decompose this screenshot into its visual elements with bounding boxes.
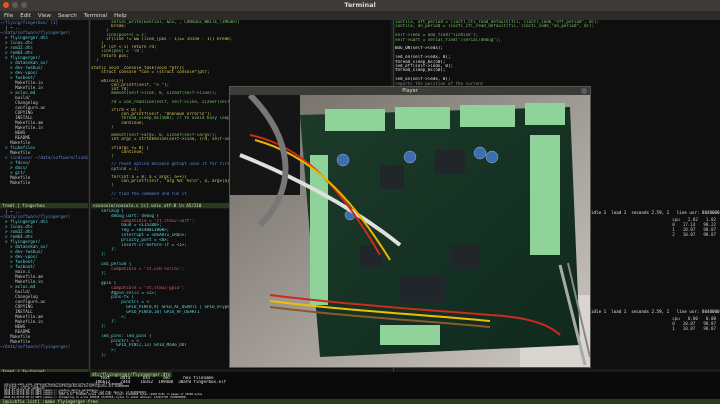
video-player-window[interactable]: Player (229, 86, 591, 368)
menu-edit[interactable]: Edit (20, 13, 31, 19)
monitor-header: idle 1 load 1 seconds 2.59, 1 line usr: … (591, 210, 720, 215)
menu-terminal[interactable]: Terminal (84, 13, 107, 19)
player-close-button[interactable] (581, 88, 587, 94)
table-cell: 10.07 (682, 232, 696, 237)
menu-search[interactable]: Search (58, 13, 77, 19)
table-cell: 1 (672, 326, 675, 331)
build-output-lines: arm-none-eabi-size /data/software/finger… (4, 383, 714, 399)
monitor-table: cpu 2.82 1.02 0 17.14 98.22 1 10.07 98.87 2 10.07 9… (672, 217, 716, 237)
player-title: Player (402, 88, 418, 94)
circuit-board-photo (230, 95, 590, 367)
monitor-header-2: idle 1 load 1 seconds 2.59, 1 line usr: … (591, 309, 720, 314)
file-tree-top[interactable]: ~/flying/fingerbox/ [1] | ~ .. ~/data/sof… (0, 20, 88, 203)
build-output-status: [quickfix list] :make flyingerger-free (0, 399, 720, 404)
table-row: 1 10.07 98.87 (672, 326, 716, 331)
code-editor-right[interactable]: ioctl(x, oft_period = (ioctl_ctl_read_de… (395, 20, 720, 86)
menu-help[interactable]: Help (114, 13, 127, 19)
code-line: Makefile (0, 180, 31, 185)
table-cell: 2 (672, 232, 675, 237)
table-cell: 10.07 (682, 326, 696, 331)
file-tree-top-status: fromt | fingerbox (0, 203, 88, 208)
table-cell: 98.87 (703, 232, 716, 237)
monitor-table-2: cpu 0.00 0.00 0 10.07 98.87 1 10.07 98.87 (672, 316, 716, 331)
build-output-pane[interactable]: dtc/flyingerger/flyingerger.dts text dat… (0, 372, 720, 404)
menu-file[interactable]: File (4, 13, 13, 19)
file-tree-bottom[interactable]: | ~ .. ~/data/software/flyingerger/ > fly… (0, 209, 88, 369)
window-title: Terminal (344, 1, 376, 9)
table-cell: 98.87 (703, 326, 716, 331)
code-line: ~/data/software/flyingerger/ (0, 344, 71, 349)
process-monitor[interactable]: idle 1 load 1 seconds 2.59, 1 line usr: … (591, 86, 720, 369)
menu-view[interactable]: View (38, 13, 51, 19)
menu-bar: File Edit View Search Terminal Help (0, 11, 720, 20)
player-titlebar: Player (230, 87, 590, 95)
table-row: 2 10.07 98.87 (672, 232, 716, 237)
pane-divider[interactable] (89, 20, 90, 372)
